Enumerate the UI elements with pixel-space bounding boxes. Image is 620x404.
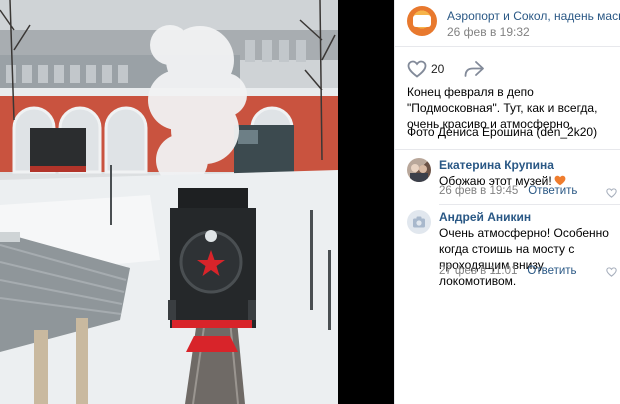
group-name-link[interactable]: Аэропорт и Сокол, надень маску: [447, 9, 620, 23]
camera-icon: [413, 216, 425, 228]
group-avatar-logo: [413, 15, 431, 27]
divider: [395, 46, 620, 47]
post-side-panel: Аэропорт и Сокол, надень маску 26 фев в …: [394, 0, 620, 404]
like-count: 20: [431, 62, 445, 76]
comment-item: Андрей Аникин Очень атмосферно! Особенно…: [407, 210, 619, 288]
comment-author[interactable]: Екатерина Крупина: [439, 158, 554, 172]
comment-like-icon[interactable]: [606, 188, 617, 198]
comment-avatar[interactable]: [407, 210, 431, 234]
comment-meta: 27 фев в 11:01 Ответить: [439, 265, 577, 277]
photo-scene: [0, 0, 338, 404]
share-icon[interactable]: [463, 60, 485, 78]
photo-viewer-backdrop: [338, 0, 394, 404]
comment-author[interactable]: Андрей Аникин: [439, 210, 531, 224]
comment-date[interactable]: 27 фев в 11:01: [439, 265, 517, 277]
post-header: Аэропорт и Сокол, надень маску 26 фев в …: [407, 6, 620, 40]
reply-button[interactable]: Ответить: [528, 185, 577, 197]
comment-date[interactable]: 26 фев в 19:45: [439, 185, 518, 197]
post-actions: 20: [407, 58, 619, 80]
reply-button[interactable]: Ответить: [527, 265, 576, 277]
comment-avatar[interactable]: [407, 158, 431, 182]
comment-like-icon[interactable]: [606, 267, 617, 277]
group-avatar[interactable]: [407, 6, 437, 36]
comment-meta: 26 фев в 19:45 Ответить: [439, 185, 577, 197]
post-photo[interactable]: [0, 0, 338, 404]
photo-credit: Фото Дениса Ерошина (den_2k20): [407, 125, 598, 139]
heart-icon[interactable]: [407, 60, 427, 78]
post-date[interactable]: 26 фев в 19:32: [447, 25, 530, 39]
user-photo-icon: [410, 164, 428, 182]
comment-text: Очень атмосферно! Особенно когда стоишь …: [439, 226, 609, 288]
divider: [395, 149, 620, 150]
divider: [439, 204, 620, 205]
comment-item: Екатерина Крупина Обожаю этот музей! 26 …: [407, 158, 619, 204]
